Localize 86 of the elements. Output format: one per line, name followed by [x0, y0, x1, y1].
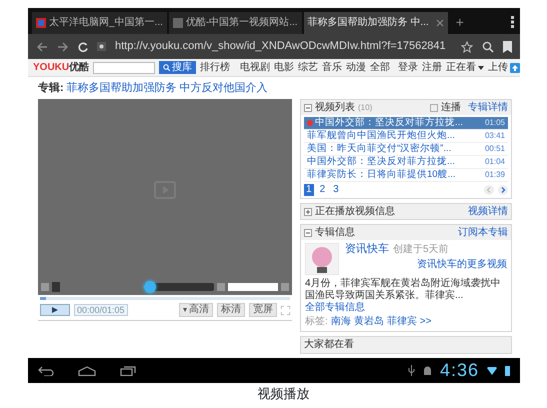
menu-icon[interactable] [511, 16, 514, 28]
panel-link[interactable]: 视频详情 [468, 206, 508, 218]
nav-link[interactable]: 电影 [274, 62, 294, 74]
tag-link[interactable]: 黄岩岛 [354, 316, 384, 328]
album-title[interactable]: 菲称多国帮助加强防务 中方反对他国介入 [66, 82, 268, 96]
fullscreen-icon[interactable] [281, 306, 290, 314]
favicon-icon [172, 18, 183, 28]
autoplay-label: 连播 [441, 102, 461, 114]
star-icon[interactable] [461, 40, 473, 52]
search-field[interactable] [93, 62, 156, 74]
reload-icon[interactable] [78, 42, 88, 52]
quality-button[interactable]: 标清 [217, 303, 245, 317]
tags-label: 标签: [305, 316, 328, 328]
watching-dropdown[interactable]: 正在看 [446, 62, 484, 74]
recent-apps-icon[interactable] [120, 366, 136, 376]
panel-title: 视频列表 [315, 102, 355, 114]
clock-time: 4:36 [440, 360, 479, 382]
usb-icon [408, 365, 415, 376]
album-label: 专辑: [38, 82, 64, 96]
quality-button[interactable]: 高清 [179, 303, 213, 317]
browser-tab[interactable]: 菲称多国帮助加强防务 中... [304, 12, 448, 34]
autoplay-checkbox[interactable] [430, 104, 438, 112]
caret-icon [183, 308, 187, 312]
forward-icon[interactable] [57, 42, 69, 52]
favicon-icon [97, 42, 106, 51]
album-description: 4月份，菲律宾军舰在黄岩岛附近海域袭扰中国渔民导致两国关系紧张。菲律宾... 全部专辑信息 [305, 278, 502, 314]
more-videos-link[interactable]: 资讯快车的更多视频 [417, 259, 507, 272]
volume-slider[interactable] [144, 282, 214, 290]
nav-link[interactable]: 动漫 [346, 62, 366, 74]
wifi-icon [487, 366, 497, 374]
video-list-item[interactable]: 菲军舰曾向中国渔民开炮但火炮... 03:41 [304, 130, 508, 143]
caret-icon [478, 66, 484, 70]
search-icon [163, 64, 170, 71]
panel-link[interactable]: 订阅本专辑 [458, 226, 508, 238]
video-list-item[interactable]: 美国：昨天向菲交付“汉密尔顿”... 00:51 [304, 143, 508, 156]
user-link[interactable]: 登录 [398, 62, 418, 74]
new-tab-button[interactable]: + [450, 14, 470, 34]
panel-title: 正在播放视频信息 [315, 206, 395, 218]
page-link[interactable]: 2 [318, 184, 328, 196]
video-list-item[interactable]: 菲律宾防长：日将向菲提供10艘... 01:39 [304, 169, 508, 182]
home-icon[interactable] [78, 366, 96, 376]
expand-icon[interactable] [304, 208, 312, 216]
play-icon [52, 307, 58, 313]
text-field[interactable] [228, 282, 278, 290]
tag-link[interactable]: 菲律宾 [386, 316, 417, 328]
page-link[interactable]: 1 [304, 184, 314, 196]
nav-link[interactable]: 全部 [370, 62, 390, 74]
search-icon[interactable] [482, 40, 494, 52]
browser-tab[interactable]: 优酷-中国第一视频网站... [168, 12, 302, 34]
video-list-item[interactable]: 中国外交部：坚决反对菲方拉拢... 01:05 [304, 117, 508, 130]
collapse-icon[interactable] [304, 228, 312, 236]
browser-tab[interactable]: 太平洋电脑网_中国第一... [32, 12, 167, 34]
back-icon[interactable] [38, 366, 54, 376]
quality-button[interactable]: 宽屏 [249, 303, 277, 317]
more-tags-link[interactable]: >> [420, 316, 432, 328]
panel-title: 专辑信息 [315, 226, 355, 238]
panel-title: 大家都在看 [304, 339, 354, 351]
nav-link[interactable]: 综艺 [298, 62, 318, 74]
all-album-info-link[interactable]: 全部专辑信息 [305, 302, 365, 313]
page-link[interactable]: 3 [331, 184, 341, 196]
tag-link[interactable]: 南海 [330, 316, 351, 328]
nav-link[interactable]: 音乐 [322, 62, 342, 74]
site-logo[interactable]: YOUKU优酷 [33, 62, 90, 74]
caption: 视频播放 [258, 386, 310, 401]
nav-link[interactable]: 排行榜 [200, 62, 230, 74]
next-icon[interactable] [498, 185, 508, 195]
upload-link[interactable]: 上传 [488, 62, 520, 74]
slider-thumb[interactable] [144, 280, 156, 292]
favicon-icon [36, 18, 46, 28]
battery-icon [505, 366, 510, 376]
play-button[interactable] [40, 304, 70, 316]
back-icon[interactable] [36, 42, 48, 52]
video-count: (10) [358, 102, 372, 112]
album-name[interactable]: 资讯快车 [345, 243, 389, 256]
close-icon[interactable] [436, 19, 444, 27]
bookmark-icon[interactable] [503, 40, 512, 52]
album-details-link[interactable]: 专辑详情 [468, 102, 508, 114]
upload-icon [510, 62, 520, 72]
nav-link[interactable]: 电视剧 [240, 62, 270, 74]
time-display: 00:00/01:05 [74, 304, 128, 316]
video-list-item[interactable]: 中国外交部：坚决反对菲方拉拢... 01:04 [304, 156, 508, 169]
created-date: 创建于5天前 [393, 244, 449, 256]
collapse-icon[interactable] [304, 104, 312, 112]
playing-icon [307, 120, 313, 126]
search-button[interactable]: 搜库 [159, 61, 196, 74]
user-link[interactable]: 注册 [422, 62, 442, 74]
